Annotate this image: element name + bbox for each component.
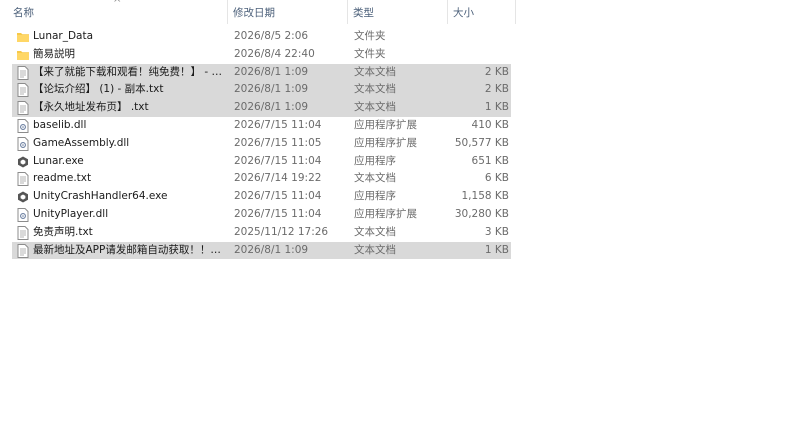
column-divider[interactable] [227,0,228,24]
file-date: 2026/8/1 1:09 [234,83,309,96]
file-type: 文本文档 [354,101,396,114]
file-name: 【来了就能下载和观看！纯免费！】 - 副... [33,65,223,78]
file-row[interactable]: UnityPlayer.dll 2026/7/15 11:04 应用程序扩展 30,2… [0,206,800,224]
file-size: 2 KB [484,65,509,78]
folder-icon [17,48,29,62]
file-date: 2026/7/15 11:05 [234,136,322,149]
column-header-size[interactable]: 大小 [453,0,474,24]
file-name: readme.txt [33,172,92,185]
file-date: 2026/8/1 1:09 [234,65,309,78]
text-file-icon [17,83,29,98]
file-type: 文本文档 [354,65,396,78]
column-divider[interactable] [515,0,516,24]
file-row[interactable]: UnityCrashHandler64.exe 2026/7/15 11:04 应用… [0,188,800,206]
file-date: 2026/7/14 19:22 [234,172,322,185]
column-header-name[interactable]: 名称 [13,0,34,24]
file-type: 文件夹 [354,30,386,42]
file-date: 2026/7/15 11:04 [234,118,322,131]
file-row[interactable]: baselib.dll 2026/7/15 11:04 应用程序扩展 410 KB [0,117,800,135]
file-type: 文本文档 [354,172,396,185]
column-divider[interactable] [447,0,448,24]
dll-file-icon [17,118,29,133]
unity-exe-icon [17,190,29,204]
file-name: 簡易説明 [33,47,75,60]
column-header-type[interactable]: 类型 [353,0,374,24]
file-name: UnityCrashHandler64.exe [33,190,168,203]
file-date: 2026/7/15 11:04 [234,154,322,167]
file-type: 应用程序扩展 [354,136,417,149]
folder-icon [17,30,29,44]
file-type: 应用程序扩展 [354,118,417,131]
unity-exe-icon [17,155,29,169]
file-size: 1 KB [484,101,509,114]
file-date: 2026/8/4 22:40 [234,47,315,60]
file-date: 2026/7/15 11:04 [234,190,322,203]
file-type: 文件夹 [354,47,386,60]
file-row[interactable]: 最新地址及APP请发邮箱自动获取！！！... 2026/8/1 1:09 文本文档 1… [0,241,800,260]
file-size: 2 KB [484,83,509,96]
file-name: UnityPlayer.dll [33,207,109,220]
file-name: 【论坛介绍】 (1) - 副本.txt [33,83,164,96]
text-file-icon [17,101,29,116]
dll-file-icon [17,207,29,222]
text-file-icon [17,225,29,240]
file-date: 2025/11/12 17:26 [234,225,329,238]
dll-file-icon [17,136,29,151]
text-file-icon [17,243,29,258]
file-row[interactable]: 【永久地址发布页】 .txt 2026/8/1 1:09 文本文档 1 KB [0,99,800,117]
file-size: 651 KB [471,154,509,167]
file-size: 1,158 KB [461,190,510,203]
column-header-date[interactable]: 修改日期 [233,0,275,24]
text-file-icon [17,65,29,80]
file-name: Lunar_Data [33,30,94,42]
text-file-icon [17,172,29,187]
file-type: 应用程序 [354,154,396,167]
file-size: 3 KB [484,225,509,238]
file-name: 最新地址及APP请发邮箱自动获取！！！... [33,243,223,256]
file-name: 免责声明.txt [33,225,93,238]
file-name: baselib.dll [33,118,87,131]
file-size: 6 KB [484,172,509,185]
file-size: 50,577 KB [454,136,509,149]
file-row[interactable]: readme.txt 2026/7/14 19:22 文本文档 6 KB [0,170,800,188]
file-name: 【永久地址发布页】 .txt [33,101,149,114]
file-row[interactable]: Lunar.exe 2026/7/15 11:04 应用程序 651 KB [0,153,800,171]
sort-ascending-icon: ^ [113,0,122,9]
file-date: 2026/8/1 1:09 [234,101,309,114]
file-row[interactable]: Lunar_Data 2026/8/5 2:06 文件夹 [0,28,800,46]
file-size: 1 KB [484,243,509,256]
column-divider[interactable] [347,0,348,24]
file-list: Lunar_Data 2026/8/5 2:06 文件夹 簡易説明 2026/8/4 2… [0,28,800,260]
file-row[interactable]: 【来了就能下载和观看！纯免费！】 - 副... 2026/8/1 1:09 文本文档… [0,63,800,82]
file-date: 2026/8/1 1:09 [234,243,309,256]
file-row[interactable]: GameAssembly.dll 2026/7/15 11:05 应用程序扩展 50,… [0,135,800,153]
file-date: 2026/7/15 11:04 [234,207,322,220]
file-row[interactable]: 簡易説明 2026/8/4 22:40 文件夹 [0,46,800,64]
file-row[interactable]: 免责声明.txt 2025/11/12 17:26 文本文档 3 KB [0,224,800,242]
column-header-bar: 名称 ^ 修改日期 类型 大小 [0,0,800,24]
file-type: 文本文档 [354,83,396,96]
file-type: 应用程序 [354,190,396,203]
file-size: 30,280 KB [454,207,509,220]
file-size: 410 KB [471,118,509,131]
file-type: 文本文档 [354,225,396,238]
file-type: 文本文档 [354,243,396,256]
file-row[interactable]: 【论坛介绍】 (1) - 副本.txt 2026/8/1 1:09 文本文档 2 KB [0,81,800,100]
file-name: Lunar.exe [33,154,84,167]
file-type: 应用程序扩展 [354,207,417,220]
file-name: GameAssembly.dll [33,136,130,149]
file-date: 2026/8/5 2:06 [234,30,309,42]
